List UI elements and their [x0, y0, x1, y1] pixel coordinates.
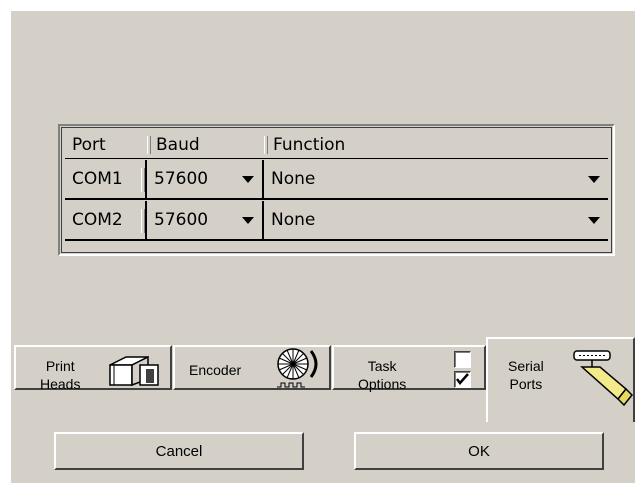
function-value: None — [271, 210, 316, 230]
function-value: None — [271, 169, 316, 189]
port-name: COM1 — [72, 169, 123, 189]
tab-encoder[interactable]: Encoder — [173, 345, 331, 390]
tab-print-heads-line1: Print — [45, 358, 75, 374]
tab-task-options-line1: Task — [367, 358, 397, 374]
cancel-button[interactable]: Cancel — [54, 432, 304, 470]
baud-dropdown[interactable]: 57600 — [147, 201, 264, 239]
serial-cable-icon — [573, 350, 634, 407]
header-function: Function — [264, 131, 608, 159]
chevron-down-icon[interactable] — [242, 176, 254, 183]
cell-separator — [141, 209, 145, 233]
baud-dropdown[interactable]: 57600 — [147, 160, 264, 198]
baud-value: 57600 — [154, 169, 209, 189]
tab-encoder-label: Encoder — [189, 362, 242, 378]
tab-serial-ports[interactable]: Serial Ports — [486, 337, 635, 422]
baud-value: 57600 — [154, 210, 209, 230]
function-dropdown[interactable]: None — [264, 201, 608, 239]
port-cell: COM2 — [65, 201, 147, 239]
table-row: COM1 57600 None — [65, 160, 608, 200]
chevron-down-icon[interactable] — [588, 176, 600, 183]
encoder-wheel-icon — [277, 348, 318, 388]
header-port: Port — [65, 131, 147, 159]
check-mark-icon — [456, 373, 469, 385]
column-divider[interactable] — [264, 136, 268, 154]
task-option-checkbox-2[interactable] — [454, 371, 471, 388]
tab-serial-ports-line1: Serial — [508, 358, 544, 374]
cell-separator — [141, 168, 145, 192]
tab-print-heads[interactable]: Print Heads — [14, 345, 172, 392]
chevron-down-icon[interactable] — [588, 217, 600, 224]
header-function-label: Function — [273, 134, 346, 155]
table-row: COM2 57600 None — [65, 201, 608, 241]
port-name: COM2 — [72, 210, 123, 230]
tab-task-options-line2: Options — [358, 376, 407, 392]
port-cell: COM1 — [65, 160, 147, 198]
grid-header-row: Port Baud Function — [65, 131, 608, 159]
task-option-checkbox-1[interactable] — [454, 351, 471, 368]
tab-task-options[interactable]: Task Options — [332, 345, 486, 392]
tab-serial-ports-line2: Ports — [509, 376, 543, 392]
tab-print-heads-line2: Heads — [40, 376, 81, 392]
chevron-down-icon[interactable] — [242, 217, 254, 224]
serial-port-grid: Port Baud Function COM1 57600 None COM2 … — [58, 124, 615, 256]
print-head-icon — [109, 355, 159, 387]
column-divider[interactable] — [147, 136, 151, 154]
ok-button[interactable]: OK — [354, 432, 604, 470]
function-dropdown[interactable]: None — [264, 160, 608, 198]
header-baud-label: Baud — [156, 134, 200, 155]
header-baud: Baud — [147, 131, 264, 159]
